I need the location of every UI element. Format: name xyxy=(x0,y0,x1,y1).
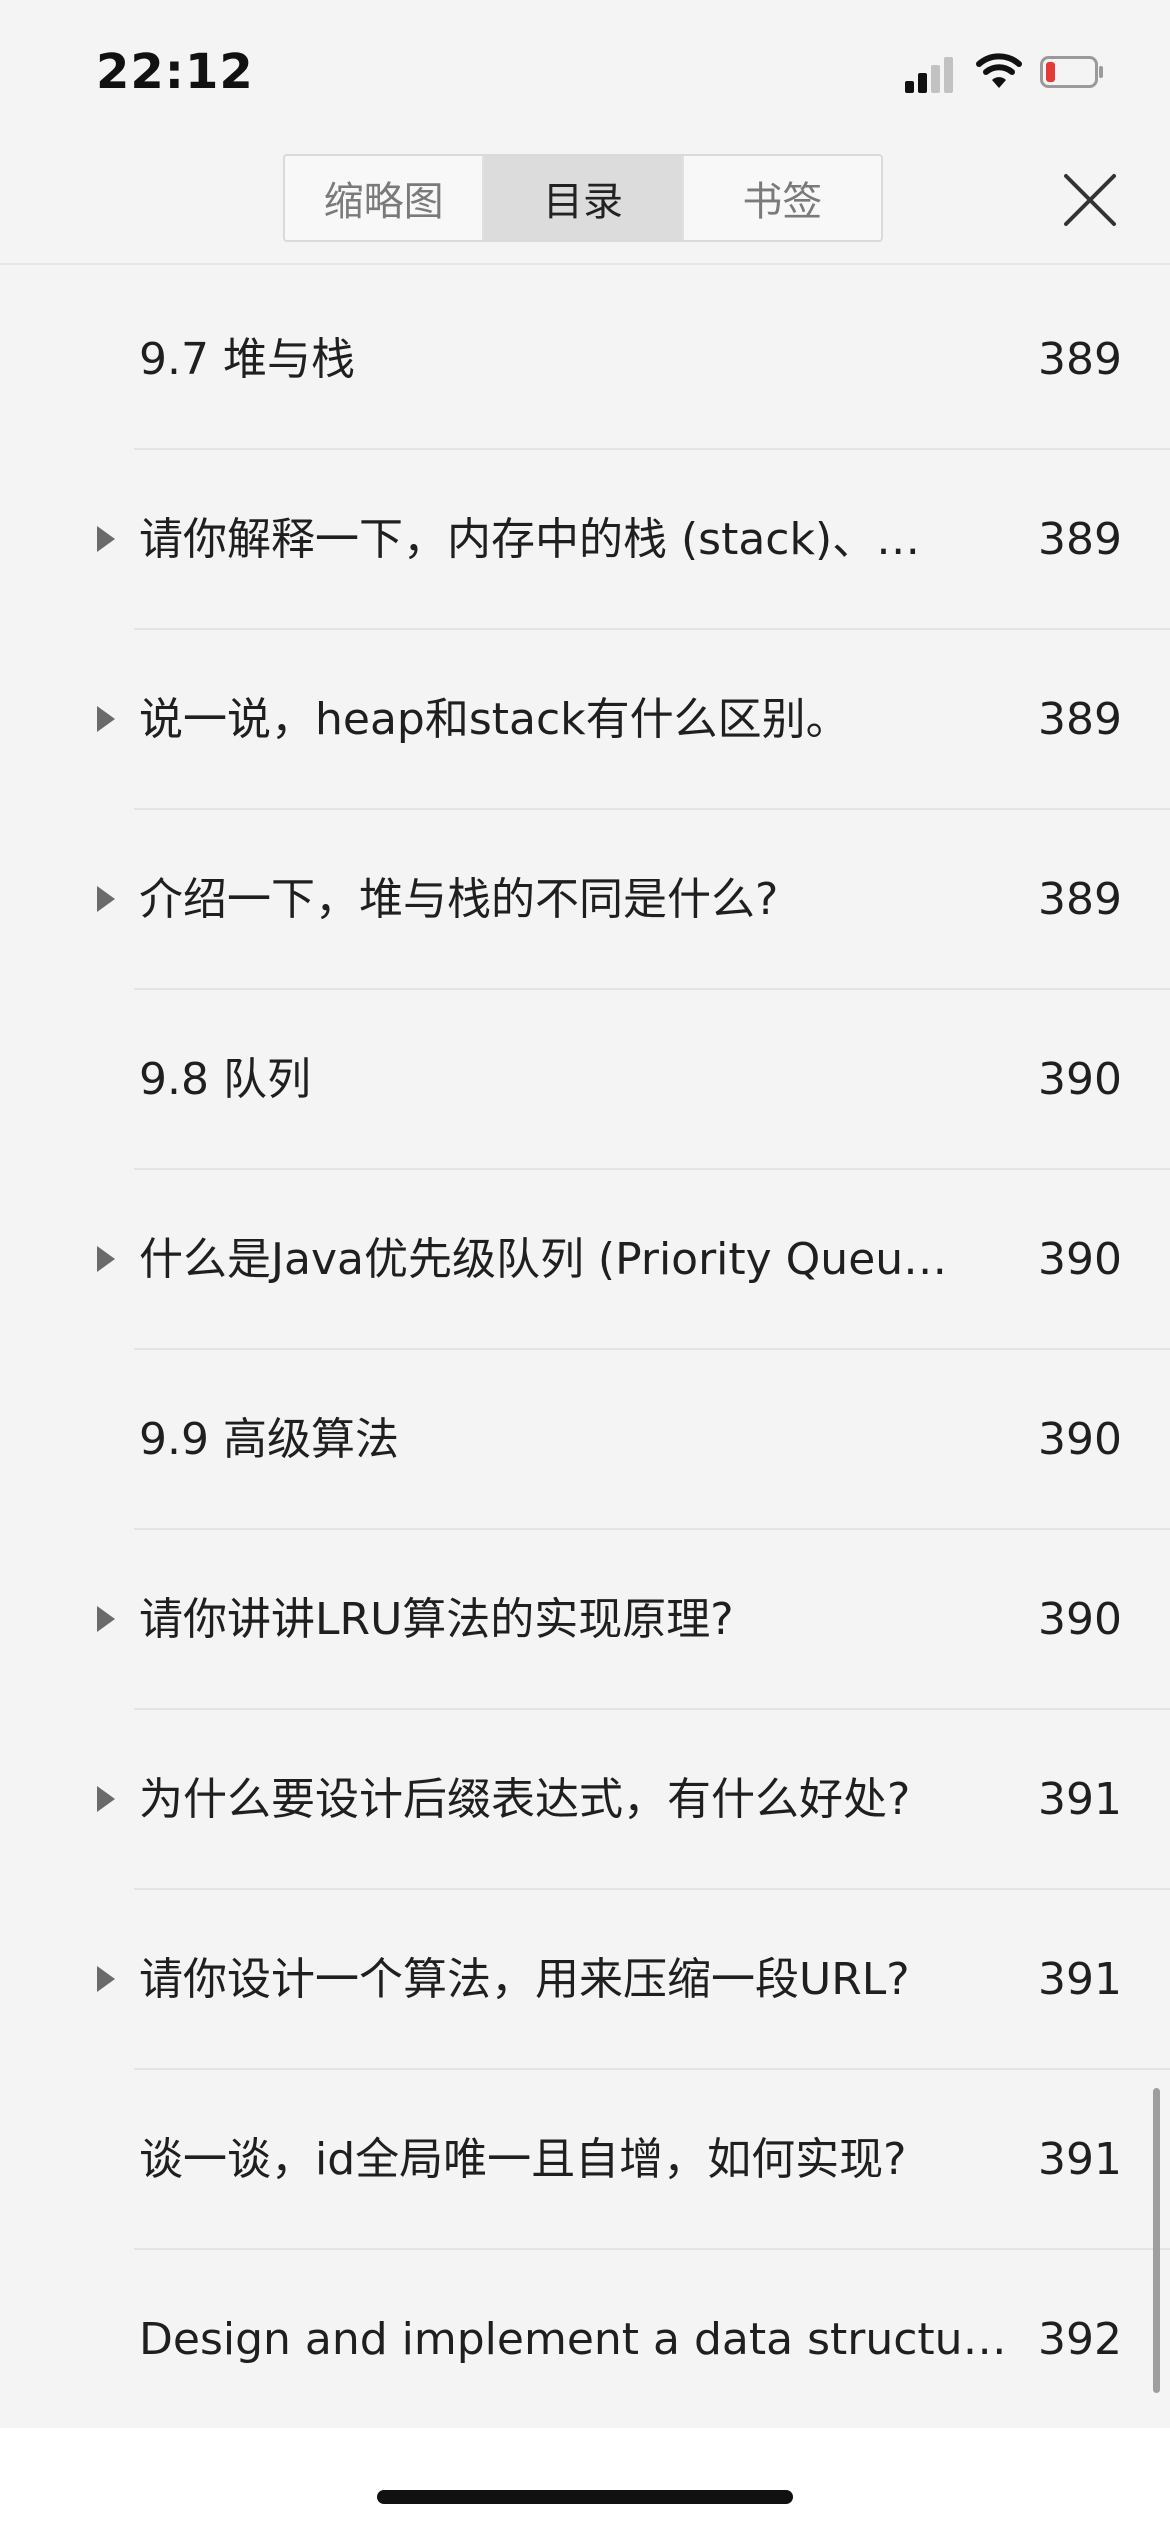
expand-triangle-icon[interactable] xyxy=(97,706,115,732)
toc-item-title: 9.8 队列 xyxy=(139,1054,311,1105)
wifi-icon xyxy=(975,50,1023,92)
toc-item-title: 介绍一下，堆与栈的不同是什么? xyxy=(139,874,779,925)
header-divider xyxy=(0,263,1170,265)
expand-triangle-icon[interactable] xyxy=(97,1246,115,1272)
toc-item[interactable]: 9.7 堆与栈 389 xyxy=(0,270,1170,450)
signal-icon xyxy=(905,55,957,93)
toc-list: 9.7 堆与栈 389 请你解释一下，内存中的栈 (stack)、… 389 说一说，h… xyxy=(0,270,1170,2430)
toc-item[interactable]: 请你解释一下，内存中的栈 (stack)、… 389 xyxy=(0,450,1170,630)
toc-header: 缩略图 目录 书签 xyxy=(0,150,1170,264)
toc-item-title: 请你讲讲LRU算法的实现原理? xyxy=(139,1594,734,1645)
toc-item[interactable]: 9.9 高级算法 390 xyxy=(0,1350,1170,1530)
toc-item[interactable]: 请你讲讲LRU算法的实现原理? 390 xyxy=(0,1530,1170,1710)
toc-item-page: 389 xyxy=(1038,514,1122,565)
toc-item-title: 什么是Java优先级队列 (Priority Queu… xyxy=(139,1234,948,1285)
toc-item[interactable]: 9.8 队列 390 xyxy=(0,990,1170,1170)
toc-item[interactable]: 什么是Java优先级队列 (Priority Queu… 390 xyxy=(0,1170,1170,1350)
toc-item-title: Design and implement a data structure… xyxy=(139,2314,1019,2365)
toc-item-page: 389 xyxy=(1038,334,1122,385)
toc-item-page: 389 xyxy=(1038,694,1122,745)
expand-triangle-icon[interactable] xyxy=(97,1606,115,1632)
status-time: 22:12 xyxy=(96,44,254,100)
toc-item-title: 谈一谈，id全局唯一且自增，如何实现? xyxy=(139,2134,907,2185)
expand-triangle-icon[interactable] xyxy=(97,1966,115,1992)
home-indicator[interactable] xyxy=(377,2490,793,2504)
toc-item[interactable]: 介绍一下，堆与栈的不同是什么? 389 xyxy=(0,810,1170,990)
toc-item-page: 392 xyxy=(1038,2314,1122,2365)
toc-item[interactable]: 请你设计一个算法，用来压缩一段URL? 391 xyxy=(0,1890,1170,2070)
toc-item-title: 9.7 堆与栈 xyxy=(139,334,355,385)
toc-item-title: 请你设计一个算法，用来压缩一段URL? xyxy=(139,1954,910,2005)
view-segmented-control: 缩略图 目录 书签 xyxy=(283,154,883,242)
toc-item-title: 9.9 高级算法 xyxy=(139,1414,399,1465)
toc-item-page: 390 xyxy=(1038,1594,1122,1645)
tab-thumbnails[interactable]: 缩略图 xyxy=(285,156,485,240)
toc-item-title: 请你解释一下，内存中的栈 (stack)、… xyxy=(139,514,921,565)
toc-item-page: 389 xyxy=(1038,874,1122,925)
expand-triangle-icon[interactable] xyxy=(97,886,115,912)
toc-item-page: 390 xyxy=(1038,1054,1122,1105)
close-icon xyxy=(1064,174,1116,226)
toc-item-page: 390 xyxy=(1038,1414,1122,1465)
toc-item-title: 说一说，heap和stack有什么区别。 xyxy=(139,694,850,745)
toc-item[interactable]: 谈一谈，id全局唯一且自增，如何实现? 391 xyxy=(0,2070,1170,2250)
expand-triangle-icon[interactable] xyxy=(97,1786,115,1812)
tab-bookmarks[interactable]: 书签 xyxy=(684,156,881,240)
toc-item[interactable]: Design and implement a data structure… 39… xyxy=(0,2250,1170,2430)
toc-item-page: 391 xyxy=(1038,1954,1122,2005)
status-bar: 22:12 xyxy=(0,0,1170,150)
toc-item-page: 391 xyxy=(1038,2134,1122,2185)
toc-item[interactable]: 为什么要设计后缀表达式，有什么好处? 391 xyxy=(0,1710,1170,1890)
battery-low-icon xyxy=(1040,56,1104,88)
scrollbar[interactable] xyxy=(1153,2088,1160,2393)
expand-triangle-icon[interactable] xyxy=(97,526,115,552)
tab-contents[interactable]: 目录 xyxy=(484,156,684,240)
close-button[interactable] xyxy=(1060,170,1120,230)
toc-item-title: 为什么要设计后缀表达式，有什么好处? xyxy=(139,1774,911,1825)
toc-item[interactable]: 说一说，heap和stack有什么区别。 389 xyxy=(0,630,1170,810)
toc-item-page: 390 xyxy=(1038,1234,1122,1285)
toc-item-page: 391 xyxy=(1038,1774,1122,1825)
bottom-safe-area xyxy=(0,2428,1170,2532)
